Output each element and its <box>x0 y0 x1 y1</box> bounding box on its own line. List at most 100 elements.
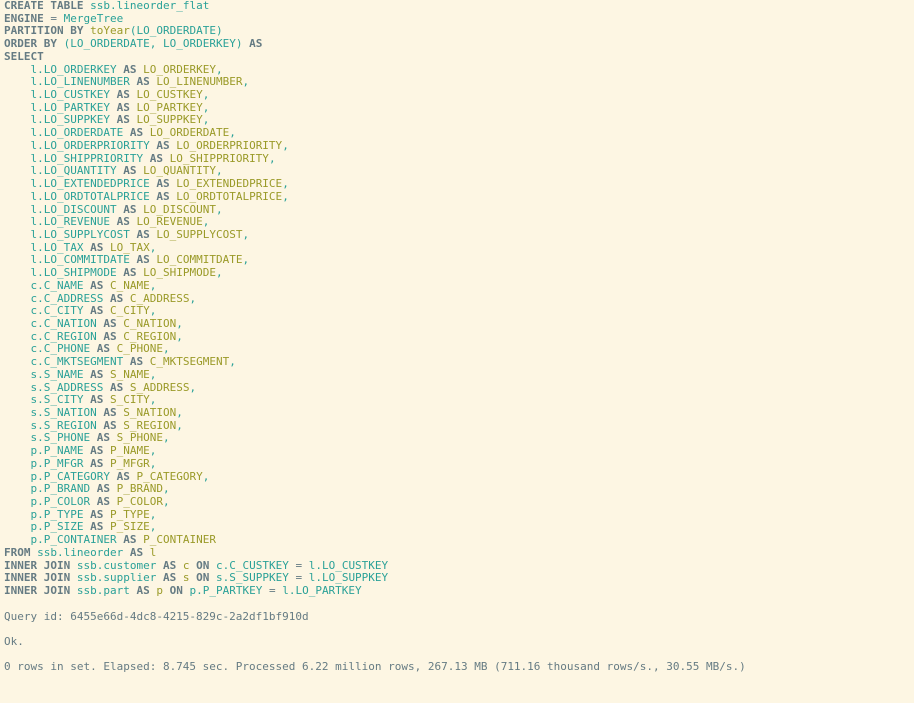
column-alias: LO_COMMITDATE <box>156 253 243 267</box>
join-table-name: ssb.part <box>76 584 130 598</box>
as-keyword: AS <box>96 431 110 445</box>
comma-separator: , <box>149 37 163 51</box>
comma-separator: , <box>215 62 223 76</box>
column-alias: LO_SHIPPRIORITY <box>169 151 269 165</box>
as-keyword: AS <box>116 113 130 127</box>
engine-value: MergeTree <box>63 11 124 25</box>
comma-separator: , <box>149 456 157 470</box>
as-keyword: AS <box>90 393 104 407</box>
comma-separator: , <box>229 126 236 140</box>
column-alias: S_NAME <box>109 367 150 381</box>
comma-separator: , <box>215 164 223 178</box>
engine-keyword: ENGINE <box>4 11 44 25</box>
terminal-output-pane[interactable]: CREATE TABLE ssb.lineorder_flat ENGINE =… <box>0 0 914 703</box>
as-keyword: AS <box>109 380 124 394</box>
as-keyword: AS <box>90 278 104 292</box>
column-alias: S_ADDRESS <box>129 380 190 394</box>
as-keyword: AS <box>116 100 130 114</box>
on-keyword: ON <box>196 558 210 572</box>
join-condition-right: l.LO_CUSTKEY <box>308 558 389 572</box>
comma-separator: , <box>149 520 157 534</box>
column-alias: P_BRAND <box>116 482 163 496</box>
column-source-expression: c.C_REGION <box>30 329 97 343</box>
column-source-expression: l.LO_DISCOUNT <box>30 202 117 216</box>
as-keyword: AS <box>123 266 137 280</box>
column-source-expression: l.LO_ORDTOTALPRICE <box>30 189 150 203</box>
column-alias: LO_SHIPMODE <box>143 266 216 280</box>
as-keyword: AS <box>96 482 110 496</box>
join-table-alias: p <box>156 584 163 598</box>
as-keyword: AS <box>149 151 163 165</box>
column-source-expression: s.S_NAME <box>30 367 84 381</box>
as-keyword: AS <box>249 37 263 51</box>
order-by-column-2: LO_ORDERKEY <box>162 37 236 51</box>
column-alias: LO_REVENUE <box>136 215 203 229</box>
comma-separator: , <box>215 266 223 280</box>
column-source-expression: s.S_ADDRESS <box>30 380 104 394</box>
as-keyword: AS <box>103 329 117 343</box>
column-source-expression: p.P_MFGR <box>30 456 84 470</box>
as-keyword: AS <box>129 126 144 140</box>
as-keyword: AS <box>90 367 104 381</box>
column-alias: S_NATION <box>123 406 177 419</box>
join-condition-right: l.LO_PARTKEY <box>282 584 362 598</box>
column-alias: P_SIZE <box>109 520 150 534</box>
create-table-keyword: CREATE TABLE <box>4 0 84 12</box>
as-keyword: AS <box>136 584 150 598</box>
as-keyword: AS <box>156 177 170 191</box>
column-source-expression: l.LO_PARTKEY <box>30 100 110 114</box>
column-source-expression: l.LO_SHIPMODE <box>30 266 117 280</box>
column-alias: P_MFGR <box>109 456 150 470</box>
partition-by-keyword: PARTITION BY <box>4 24 84 38</box>
query-summary-line: 0 rows in set. Elapsed: 8.745 sec. Proce… <box>4 660 746 674</box>
column-source-expression: p.P_COLOR <box>30 495 91 509</box>
column-source-expression: l.LO_CUSTKEY <box>30 88 110 102</box>
comma-separator: , <box>229 355 236 369</box>
as-keyword: AS <box>116 215 130 229</box>
partition-argument: LO_ORDERDATE <box>136 24 216 38</box>
column-source-expression: p.P_NAME <box>30 444 84 458</box>
inner-join-line: INNER JOIN ssb.part AS p ON p.P_PARTKEY … <box>0 584 914 598</box>
comma-separator: , <box>149 367 157 381</box>
as-keyword: AS <box>90 507 104 521</box>
join-condition-operator: = <box>268 584 276 598</box>
comma-separator: , <box>202 88 210 102</box>
join-condition-left: s.S_SUPPKEY <box>215 571 289 585</box>
engine-equals: = <box>50 11 57 25</box>
column-source-expression: l.LO_LINENUMBER <box>30 75 130 89</box>
comma-separator: , <box>242 227 250 241</box>
join-clause-list: INNER JOIN ssb.customer AS c ON c.C_CUST… <box>0 558 914 598</box>
from-table-name: ssb.lineorder <box>37 545 124 559</box>
column-source-expression: l.LO_ORDERPRIORITY <box>30 138 150 152</box>
column-source-expression: l.LO_EXTENDEDPRICE <box>30 177 150 191</box>
comma-separator: , <box>162 482 170 496</box>
column-source-expression: l.LO_ORDERDATE <box>30 126 124 140</box>
as-keyword: AS <box>136 75 150 89</box>
